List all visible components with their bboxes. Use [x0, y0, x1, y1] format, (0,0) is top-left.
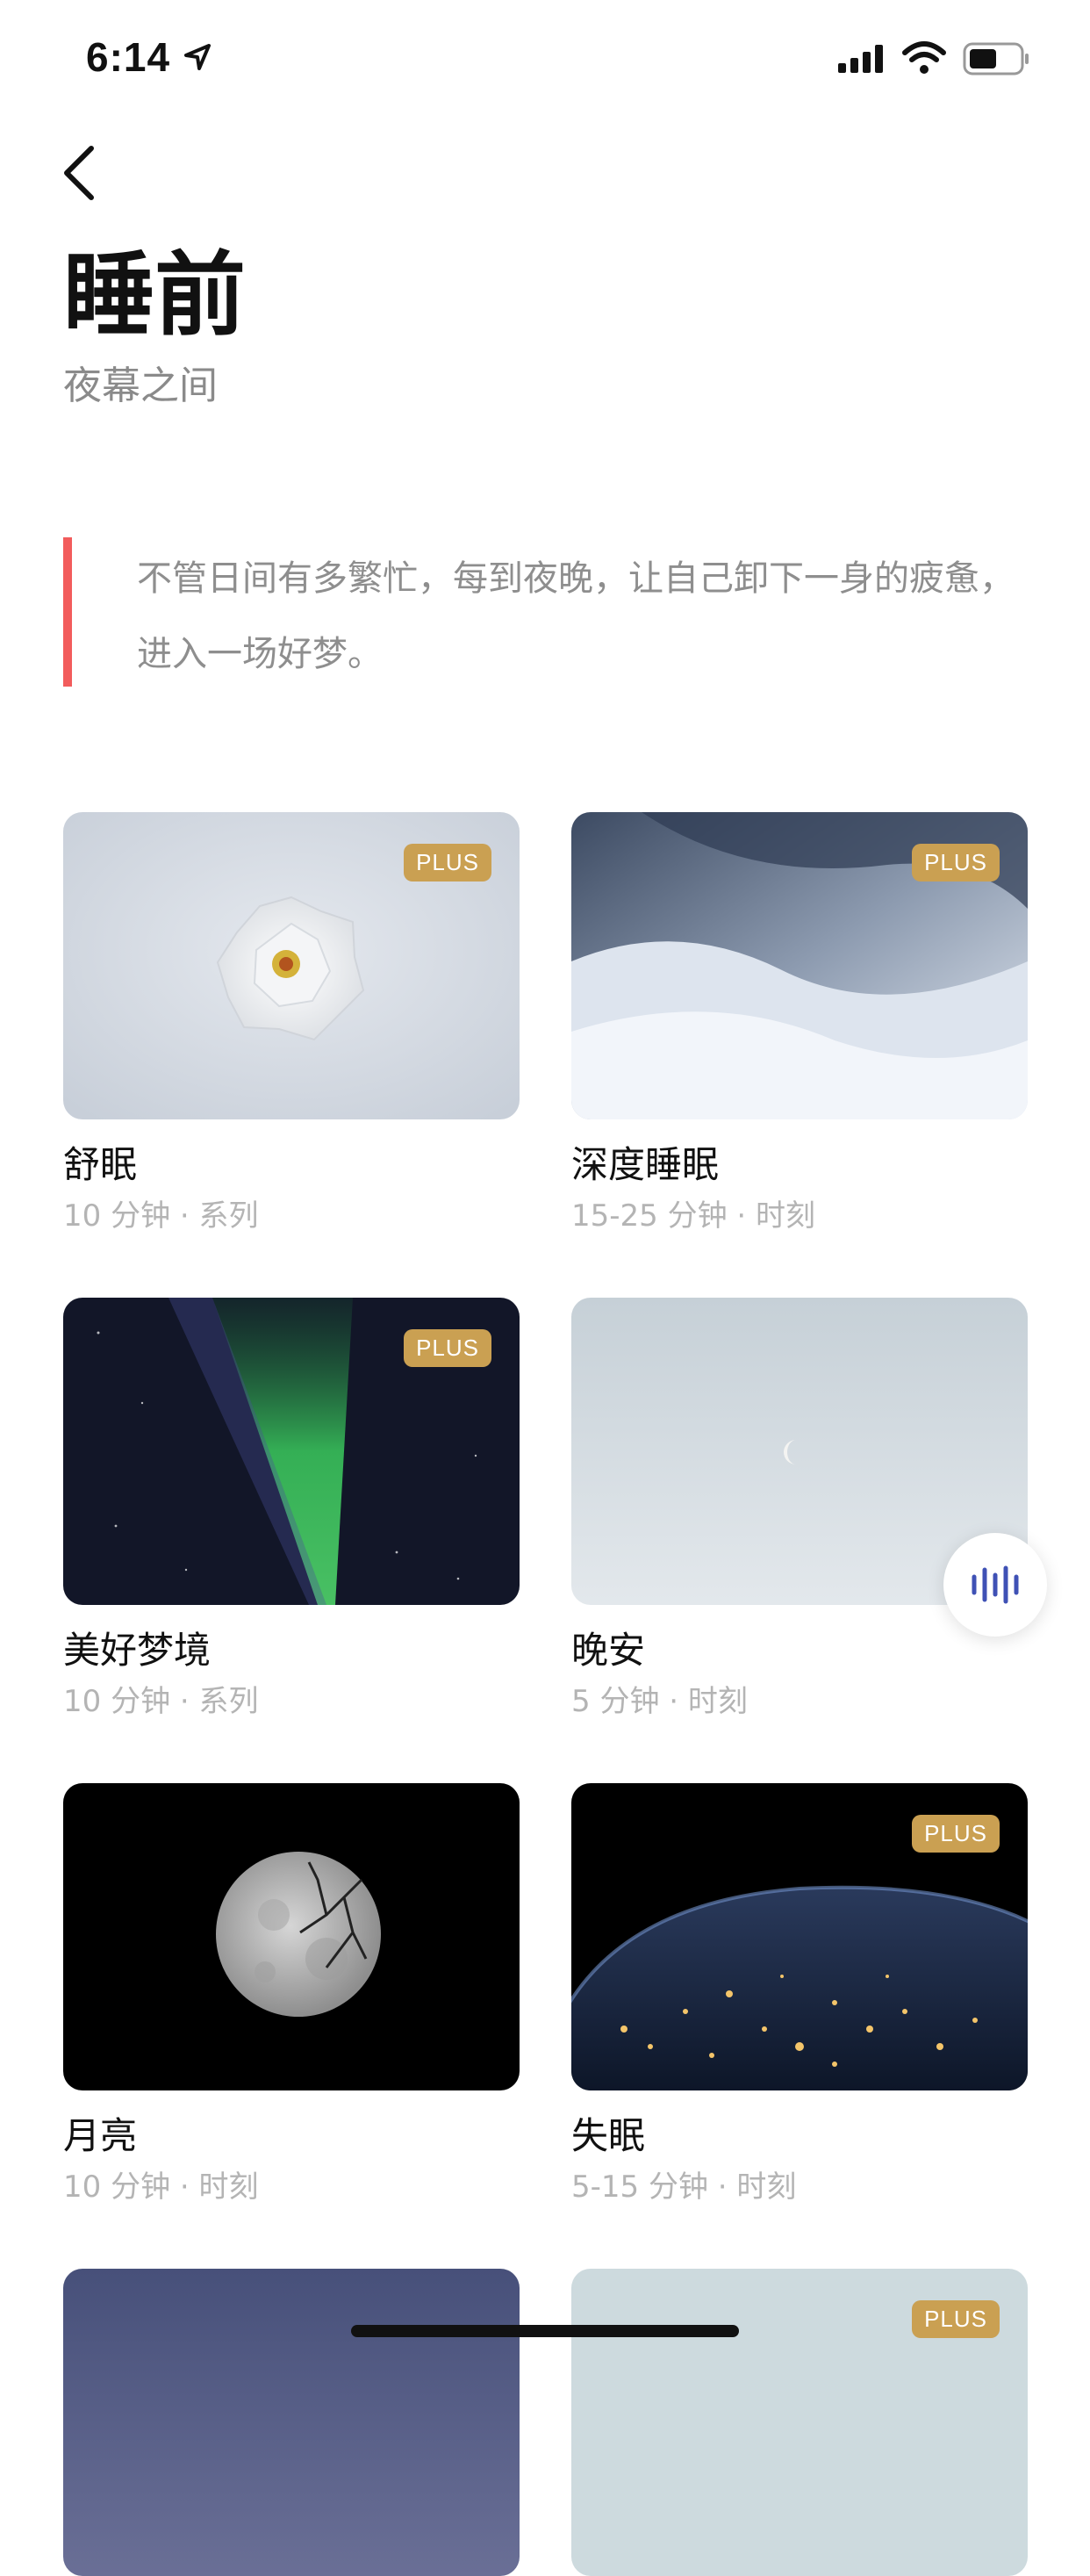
back-chevron-icon	[64, 146, 94, 200]
card-title: 失眠	[571, 2114, 646, 2157]
audio-wave-icon	[972, 1565, 1019, 1604]
page-title: 睡前	[63, 241, 247, 349]
audio-player-button[interactable]	[943, 1533, 1047, 1637]
session-card[interactable]: PLUS 失眠 5-15 分钟 · 时刻	[571, 1783, 1028, 2208]
location-arrow-icon	[184, 44, 211, 70]
card-image-aurora: PLUS	[63, 1298, 520, 1605]
card-image-white-rose: PLUS	[63, 812, 520, 1119]
plus-badge: PLUS	[912, 1815, 1000, 1853]
card-title: 月亮	[63, 2114, 138, 2157]
signal-icon	[838, 45, 883, 73]
page-subtitle: 夜幕之间	[63, 363, 218, 408]
card-meta: 15-25 分钟 · 时刻	[571, 1198, 816, 1234]
session-card[interactable]: PLUS 深度睡眠 15-25 分钟 · 时刻	[571, 812, 1028, 1237]
plus-badge: PLUS	[912, 2300, 1000, 2338]
card-title: 美好梦境	[63, 1629, 212, 1672]
session-card[interactable]: PLUS 美好梦境 10 分钟 · 系列	[63, 1298, 520, 1723]
session-card[interactable]: PLUS 舒眠 10 分钟 · 系列	[63, 812, 520, 1237]
battery-icon	[963, 42, 1029, 76]
card-title: 舒眠	[63, 1143, 138, 1186]
plus-badge: PLUS	[404, 1329, 491, 1367]
plus-badge: PLUS	[912, 844, 1000, 881]
quote-text: 不管日间有多繁忙，每到夜晚，让自己卸下一身的疲惫，进入一场好梦。	[137, 558, 1015, 674]
status-time: 6:14	[86, 34, 171, 80]
card-title: 晚安	[571, 1629, 646, 1672]
wifi-icon	[902, 41, 946, 74]
plus-badge: PLUS	[404, 844, 491, 881]
quote-accent-bar	[63, 537, 72, 687]
back-button[interactable]	[53, 140, 105, 205]
card-meta: 10 分钟 · 系列	[63, 1198, 259, 1234]
session-card[interactable]: PLUS	[571, 2269, 1028, 2576]
card-image-full-moon	[63, 1783, 520, 2090]
home-indicator[interactable]	[351, 2325, 739, 2337]
session-card[interactable]: 月亮 10 分钟 · 时刻	[63, 1783, 520, 2208]
card-image-dusk-sky	[63, 2269, 520, 2576]
card-meta: 5-15 分钟 · 时刻	[571, 2169, 797, 2205]
card-image-pale-sky: PLUS	[571, 2269, 1028, 2576]
session-card[interactable]: 晚安 5 分钟 · 时刻	[571, 1298, 1028, 1723]
card-meta: 5 分钟 · 时刻	[571, 1684, 748, 1719]
card-meta: 10 分钟 · 时刻	[63, 2169, 259, 2205]
card-image-earth-at-night: PLUS	[571, 1783, 1028, 2090]
card-image-snow-drifts: PLUS	[571, 812, 1028, 1119]
card-title: 深度睡眠	[571, 1143, 720, 1186]
card-meta: 10 分钟 · 系列	[63, 1684, 259, 1719]
session-card[interactable]	[63, 2269, 520, 2576]
